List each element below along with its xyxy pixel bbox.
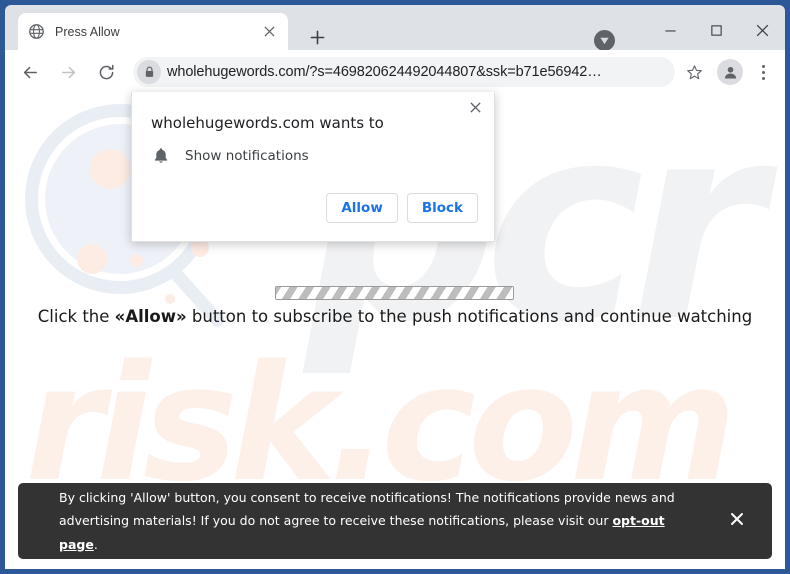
browser-window: Press Allow wholehugewords.com/?s=469820… bbox=[0, 0, 790, 574]
plus-icon bbox=[310, 30, 324, 44]
notification-permission-dialog: wholehugewords.com wants to Show notific… bbox=[131, 92, 495, 242]
lock-icon bbox=[145, 66, 153, 77]
dialog-title: wholehugewords.com wants to bbox=[151, 114, 384, 132]
browser-tab[interactable]: Press Allow bbox=[18, 13, 288, 50]
consent-line-2-prefix: advertising materials! If you do not agr… bbox=[59, 513, 613, 529]
cta-emphasis: «Allow» bbox=[114, 307, 187, 326]
minimize-icon bbox=[664, 29, 676, 32]
permission-label: Show notifications bbox=[185, 148, 309, 164]
page-call-to-action: Click the «Allow» button to subscribe to… bbox=[5, 307, 785, 326]
dialog-close-button[interactable] bbox=[464, 96, 486, 118]
watermark-dot bbox=[130, 254, 143, 267]
address-bar[interactable]: wholehugewords.com/?s=469820624492044807… bbox=[133, 57, 675, 87]
maximize-icon bbox=[710, 24, 722, 36]
star-icon bbox=[686, 64, 702, 79]
progress-bar-fill bbox=[276, 287, 513, 299]
avatar-icon bbox=[724, 66, 736, 78]
consent-banner-text: By clicking 'Allow' button, you consent … bbox=[18, 486, 712, 555]
cta-prefix: Click the bbox=[37, 307, 115, 326]
consent-line-2-suffix: . bbox=[93, 536, 98, 552]
reload-button[interactable] bbox=[91, 57, 121, 87]
close-icon bbox=[756, 24, 768, 36]
forward-button[interactable] bbox=[53, 57, 83, 87]
extension-badge[interactable] bbox=[594, 30, 615, 51]
maximize-button[interactable] bbox=[693, 10, 739, 50]
block-button[interactable]: Block bbox=[406, 193, 478, 223]
consent-banner: By clicking 'Allow' button, you consent … bbox=[18, 483, 772, 559]
new-tab-button[interactable] bbox=[305, 25, 329, 49]
globe-icon bbox=[29, 24, 44, 39]
browser-toolbar: wholehugewords.com/?s=469820624492044807… bbox=[5, 50, 785, 94]
watermark-dot bbox=[90, 149, 130, 189]
bell-icon bbox=[154, 148, 168, 163]
profile-button[interactable] bbox=[717, 59, 743, 85]
cta-suffix: button to subscribe to the push notifica… bbox=[186, 307, 753, 326]
window-close-button[interactable] bbox=[739, 10, 785, 50]
permission-row: Show notifications bbox=[151, 146, 309, 166]
watermark-dot bbox=[77, 244, 107, 274]
back-arrow-icon bbox=[23, 66, 37, 78]
tab-close-icon[interactable] bbox=[260, 23, 278, 41]
minimize-button[interactable] bbox=[647, 10, 693, 50]
forward-arrow-icon bbox=[61, 66, 75, 78]
watermark-text-bottom: risk.com bbox=[25, 330, 737, 517]
window-controls bbox=[647, 10, 785, 50]
three-dot-menu-icon bbox=[761, 76, 765, 80]
three-dot-menu-icon bbox=[761, 64, 765, 68]
reload-icon bbox=[99, 64, 114, 79]
browser-menu-button[interactable] bbox=[751, 57, 775, 87]
url-text[interactable]: wholehugewords.com/?s=469820624492044807… bbox=[167, 64, 671, 80]
tab-strip: Press Allow bbox=[5, 5, 785, 51]
loading-progress-bar bbox=[275, 286, 514, 300]
close-icon bbox=[731, 512, 743, 525]
allow-button[interactable]: Allow bbox=[326, 193, 398, 223]
site-security-indicator[interactable] bbox=[137, 60, 161, 84]
dialog-actions: Allow Block bbox=[326, 193, 478, 223]
back-button[interactable] bbox=[15, 57, 45, 87]
consent-line-1: By clicking 'Allow' button, you consent … bbox=[59, 490, 675, 506]
three-dot-menu-icon bbox=[761, 70, 765, 74]
bookmark-button[interactable] bbox=[681, 59, 707, 85]
tab-title: Press Allow bbox=[55, 24, 120, 39]
consent-banner-close-button[interactable] bbox=[712, 512, 772, 531]
watermark-dot bbox=[165, 294, 175, 304]
download-arrow-icon bbox=[600, 37, 609, 45]
close-icon bbox=[469, 101, 481, 113]
